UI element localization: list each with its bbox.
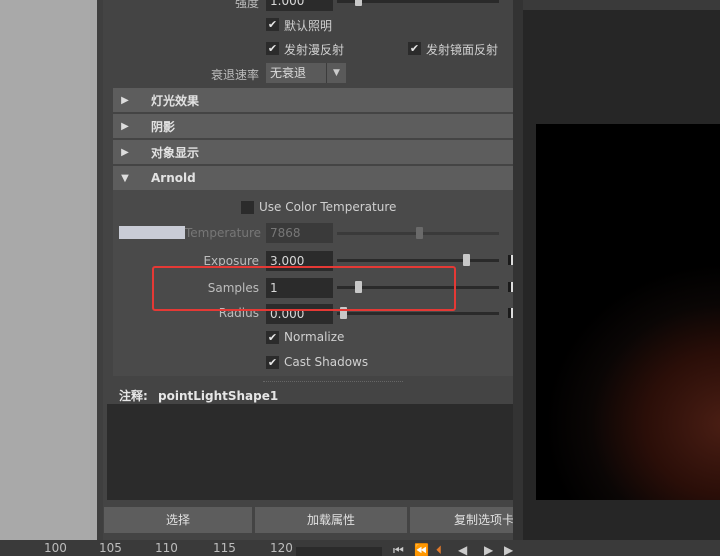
emit-specular-label: 发射镜面反射 xyxy=(426,43,499,57)
illuminates-default-checkbox[interactable]: ✔ xyxy=(266,18,279,31)
exposure-slider-knob[interactable] xyxy=(463,254,470,266)
temperature-slider-knob[interactable] xyxy=(416,227,423,239)
splitter-handle[interactable] xyxy=(263,381,403,382)
section-title: 对象显示 xyxy=(151,145,200,160)
emit-diffuse-checkbox[interactable]: ✔ xyxy=(266,42,279,55)
render-view-border xyxy=(513,0,523,540)
timeline-tick: 115 xyxy=(213,541,236,555)
section-title: Arnold xyxy=(151,171,196,185)
temperature-color-swatch[interactable] xyxy=(119,226,185,239)
step-back-key-icon[interactable]: ⏪ xyxy=(414,543,429,556)
cast-shadows-checkbox[interactable]: ✔ xyxy=(266,356,279,369)
decay-rate-label: 衰退速率 xyxy=(210,68,259,82)
radius-slider[interactable] xyxy=(337,312,499,315)
left-gray-strip xyxy=(0,0,97,540)
section-arnold[interactable]: ▼ Arnold xyxy=(113,166,513,190)
intensity-label: 强度 xyxy=(234,0,259,10)
section-light-effects[interactable]: ▶ 灯光效果 xyxy=(113,88,513,112)
load-attributes-button[interactable]: 加载属性 xyxy=(255,507,407,533)
chevron-down-icon: ▼ xyxy=(121,172,129,184)
timeline-tick: 120 xyxy=(270,541,293,555)
intensity-field[interactable]: 1.000 xyxy=(266,0,333,11)
chevron-down-icon[interactable]: ▼ xyxy=(326,63,346,83)
play-forward-icon[interactable]: ▶ xyxy=(484,543,493,556)
cast-shadows-label: Cast Shadows xyxy=(284,355,369,369)
use-color-temperature-checkbox[interactable] xyxy=(241,201,254,214)
notes-node-name: pointLightShape1 xyxy=(158,389,279,403)
decay-rate-dropdown[interactable]: 无衰退 xyxy=(266,63,326,83)
section-title: 阴影 xyxy=(151,119,176,134)
notes-header: 注释: pointLightShape1 xyxy=(119,387,278,404)
notes-textarea[interactable] xyxy=(107,404,513,500)
current-time-field[interactable] xyxy=(296,547,382,556)
use-color-temperature-label: Use Color Temperature xyxy=(259,200,397,214)
timeline-tick: 105 xyxy=(99,541,122,555)
emit-diffuse-label: 发射漫反射 xyxy=(284,43,345,57)
timeline-tick: 110 xyxy=(155,541,178,555)
normalize-label: Normalize xyxy=(284,330,345,344)
chevron-right-icon: ▶ xyxy=(121,94,129,106)
emit-specular-checkbox[interactable]: ✔ xyxy=(408,42,421,55)
play-backward-icon[interactable]: ◀ xyxy=(458,543,467,556)
temperature-label: Temperature xyxy=(184,226,261,240)
samples-highlight-box xyxy=(152,266,456,311)
section-title: 灯光效果 xyxy=(151,93,200,108)
normalize-checkbox[interactable]: ✔ xyxy=(266,331,279,344)
section-shadows[interactable]: ▶ 阴影 xyxy=(113,114,513,138)
render-image[interactable] xyxy=(536,124,720,500)
step-forward-icon[interactable]: ▶ xyxy=(504,543,513,556)
timeline-tick: 100 xyxy=(44,541,67,555)
intensity-slider-knob[interactable] xyxy=(355,0,362,6)
copy-tab-button[interactable]: 复制选项卡 xyxy=(410,507,513,533)
notes-label: 注释: xyxy=(119,389,148,403)
chevron-right-icon: ▶ xyxy=(121,120,129,132)
exposure-slider[interactable] xyxy=(337,259,499,262)
chevron-right-icon: ▶ xyxy=(121,146,129,158)
step-back-icon[interactable]: ⏴ xyxy=(436,543,442,556)
temperature-field[interactable]: 7868 xyxy=(266,223,333,243)
section-object-display[interactable]: ▶ 对象显示 xyxy=(113,140,513,164)
go-to-start-icon[interactable]: ⏮ xyxy=(393,543,404,556)
illuminates-default-label: 默认照明 xyxy=(284,19,333,33)
select-button[interactable]: 选择 xyxy=(104,507,252,533)
render-view-toolbar xyxy=(523,0,720,10)
